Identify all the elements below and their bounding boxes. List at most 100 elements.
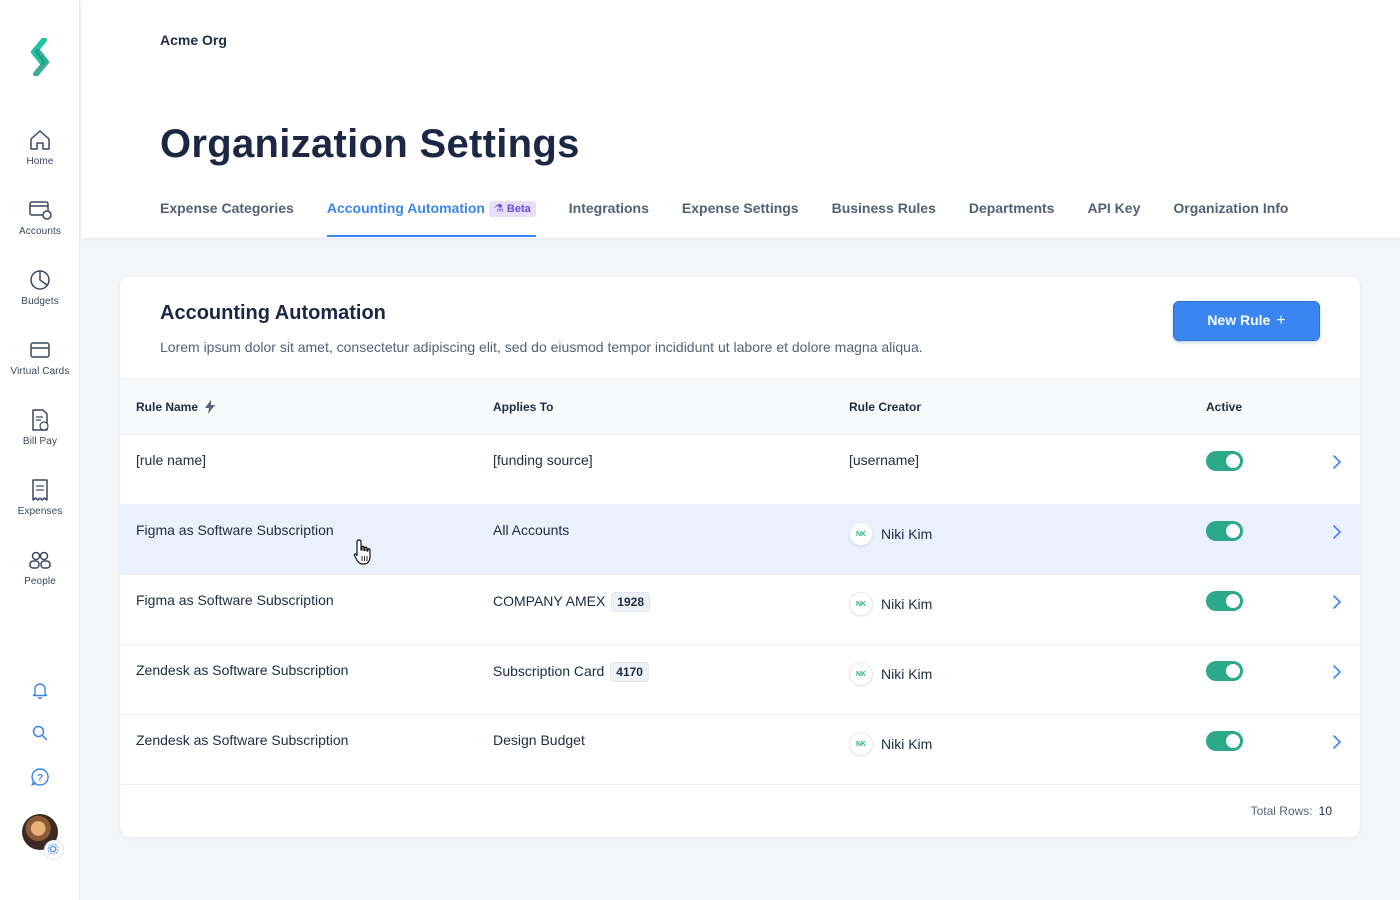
- user-initials-avatar: NK: [849, 732, 873, 756]
- rule-creator-cell: NK Niki Kim: [849, 662, 932, 686]
- table-row[interactable]: Zendesk as Software Subscription Design …: [120, 715, 1360, 785]
- settings-badge[interactable]: [44, 840, 64, 860]
- tab-accounting-automation[interactable]: Accounting Automation ⚗ Beta: [326, 200, 536, 238]
- tab-label: Expense Categories: [160, 200, 294, 216]
- gear-icon: [47, 843, 59, 855]
- toggle-knob: [1226, 524, 1240, 538]
- beta-badge-label: Beta: [506, 203, 531, 215]
- tab-label: API Key: [1087, 200, 1141, 216]
- chevron-right-icon[interactable]: [1330, 524, 1344, 540]
- sidebar-item-label: Budgets: [21, 296, 59, 307]
- applies-to-cell: Subscription Card 4170: [493, 662, 649, 682]
- active-toggle[interactable]: [1206, 661, 1243, 681]
- tab-departments[interactable]: Departments: [969, 200, 1055, 238]
- tab-business-rules[interactable]: Business Rules: [832, 200, 936, 238]
- help-icon[interactable]: ?: [30, 767, 50, 787]
- sidebar-item-virtual-cards[interactable]: Virtual Cards: [0, 338, 80, 398]
- active-toggle[interactable]: [1206, 731, 1243, 751]
- card-title: Accounting Automation: [160, 302, 386, 324]
- org-name: Acme Org: [160, 32, 227, 48]
- sidebar-item-accounts[interactable]: Accounts: [0, 198, 80, 258]
- sidebar-item-label: People: [24, 576, 56, 587]
- chevron-right-icon[interactable]: [1330, 734, 1344, 750]
- beta-badge: ⚗ Beta: [488, 201, 536, 217]
- total-rows-value: 10: [1318, 804, 1332, 818]
- receipt-icon: [32, 479, 48, 501]
- toggle-knob: [1226, 594, 1240, 608]
- total-rows: Total Rows: 10: [1251, 804, 1332, 818]
- sidebar-item-expenses[interactable]: Expenses: [0, 478, 80, 538]
- settings-tabs: Expense Categories Accounting Automation…: [160, 200, 1321, 238]
- sidebar-item-budgets[interactable]: Budgets: [0, 268, 80, 328]
- accounts-icon: [29, 201, 52, 220]
- tab-label: Organization Info: [1173, 200, 1289, 216]
- search-icon[interactable]: [30, 723, 50, 743]
- sidebar-item-label: Expenses: [17, 506, 63, 517]
- new-rule-button[interactable]: New Rule +: [1173, 301, 1320, 341]
- rule-name-cell: Figma as Software Subscription: [136, 592, 334, 608]
- creator-name: Niki Kim: [881, 666, 933, 682]
- table-footer: Total Rows: 10: [120, 785, 1360, 837]
- tab-expense-categories[interactable]: Expense Categories: [160, 200, 294, 238]
- chevron-right-icon[interactable]: [1330, 664, 1344, 680]
- tab-label: Accounting Automation: [326, 200, 485, 216]
- accounting-automation-card: Accounting Automation Lorem ipsum dolor …: [120, 277, 1360, 837]
- total-rows-label: Total Rows:: [1250, 804, 1313, 818]
- toggle-knob: [1226, 454, 1240, 468]
- column-header-rule-creator: Rule Creator: [849, 400, 922, 414]
- user-initials-avatar: NK: [849, 662, 873, 686]
- table-header: Rule Name Applies To Rule Creator Active: [120, 379, 1360, 435]
- tab-api-key[interactable]: API Key: [1087, 200, 1140, 238]
- sidebar-item-label: Bill Pay: [22, 436, 58, 447]
- sidebar-item-home[interactable]: Home: [0, 128, 80, 188]
- page-header: Acme Org Organization Settings Expense C…: [81, 0, 1400, 238]
- rule-creator-cell: NK Niki Kim: [849, 592, 932, 616]
- active-toggle[interactable]: [1206, 451, 1243, 471]
- column-header-applies-to: Applies To: [493, 400, 554, 414]
- chevron-right-icon[interactable]: [1330, 454, 1344, 470]
- tab-label: Departments: [968, 200, 1055, 216]
- tab-organization-info[interactable]: Organization Info: [1173, 200, 1288, 238]
- virtual-card-icon: [30, 342, 50, 358]
- logo-icon[interactable]: [24, 38, 56, 76]
- tab-expense-settings[interactable]: Expense Settings: [682, 200, 799, 238]
- user-initials-avatar: NK: [849, 592, 873, 616]
- chevron-right-icon[interactable]: [1330, 594, 1344, 610]
- column-header-rule-name[interactable]: Rule Name: [136, 400, 216, 414]
- applies-to-cell: COMPANY AMEX 1928: [493, 592, 650, 612]
- funding-source-name: Subscription Card: [493, 663, 605, 679]
- applies-to-cell: [funding source]: [493, 452, 593, 468]
- tab-label: Integrations: [568, 200, 649, 216]
- creator-name: Niki Kim: [881, 526, 933, 542]
- home-icon: [30, 130, 50, 150]
- rule-creator-cell: NK Niki Kim: [849, 732, 932, 756]
- table-row[interactable]: Figma as Software Subscription All Accou…: [120, 505, 1360, 575]
- rule-name-cell: Zendesk as Software Subscription: [136, 662, 349, 678]
- sidebar-item-people[interactable]: People: [0, 548, 80, 608]
- card-last4-chip: 1928: [611, 592, 650, 612]
- tab-label: Business Rules: [831, 200, 936, 216]
- rule-name-cell: [rule name]: [136, 452, 207, 468]
- toggle-knob: [1226, 664, 1240, 678]
- funding-source-name: COMPANY AMEX: [493, 593, 606, 609]
- hand-cursor-icon: [353, 539, 371, 565]
- bell-icon[interactable]: [30, 680, 50, 700]
- rule-creator-cell: [username]: [849, 452, 920, 468]
- active-toggle[interactable]: [1206, 521, 1243, 541]
- sidebar-item-bill-pay[interactable]: Bill Pay: [0, 408, 80, 468]
- bill-pay-icon: [32, 409, 49, 431]
- plus-icon: +: [1276, 312, 1286, 329]
- sidebar-item-label: Virtual Cards: [10, 366, 70, 377]
- table-row[interactable]: Zendesk as Software Subscription Subscri…: [120, 645, 1360, 715]
- tab-integrations[interactable]: Integrations: [569, 200, 649, 238]
- applies-to-cell: Design Budget: [493, 732, 585, 748]
- sidebar: Home Accounts Budgets Virtual Cards Bill…: [0, 0, 80, 900]
- table-row[interactable]: [rule name] [funding source] [username]: [120, 435, 1360, 505]
- people-icon: [29, 551, 51, 569]
- active-toggle[interactable]: [1206, 591, 1243, 611]
- table-row[interactable]: Figma as Software Subscription COMPANY A…: [120, 575, 1360, 645]
- new-rule-label: New Rule: [1207, 312, 1271, 328]
- rule-creator-cell: NK Niki Kim: [849, 522, 932, 546]
- creator-name: Niki Kim: [881, 596, 933, 612]
- budgets-icon: [30, 270, 50, 290]
